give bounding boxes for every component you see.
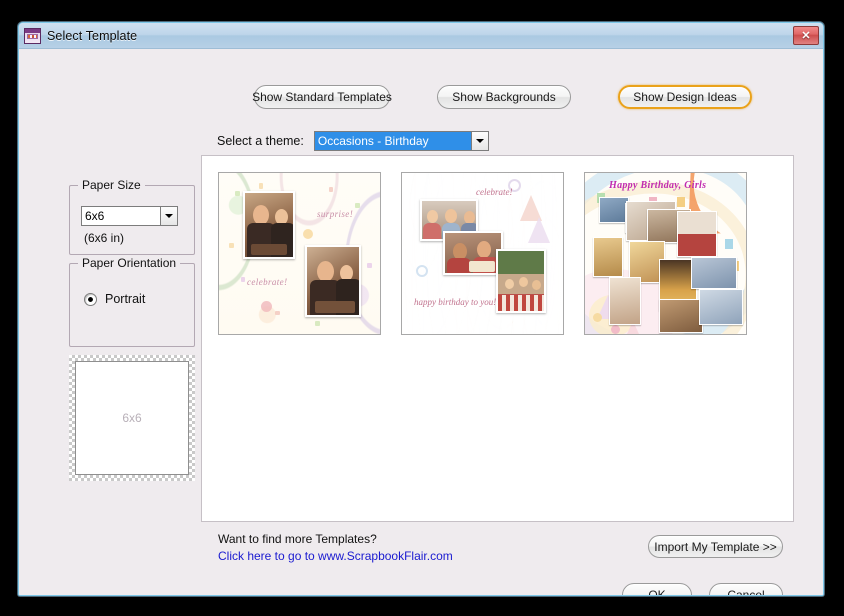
template-thumbnail-2[interactable]: celebrate! happy birthday to you! [401,172,564,335]
theme-dropdown[interactable]: Occasions - Birthday [313,131,489,151]
paper-preview-sheet: 6x6 [75,361,189,475]
paper-preview-size-text: 6x6 [122,411,142,425]
cancel-button[interactable]: Cancel [709,583,783,595]
close-icon[interactable]: ✕ [793,26,819,45]
more-templates-block: Want to find more Templates? Click here … [218,531,453,565]
import-my-template-button[interactable]: Import My Template >> [648,535,783,558]
title-bar: Select Template ✕ [19,23,823,49]
template-2-text-bottom: happy birthday to you! [414,297,497,307]
paper-size-note: (6x6 in) [84,231,125,245]
template-1-text-top: surprise! [317,209,354,219]
theme-label: Select a theme: [217,134,304,148]
radio-portrait-label: Portrait [105,292,146,306]
template-gallery: surprise! celebrate! celebrate! happy bi… [201,155,794,522]
paper-size-value: 6x6 [85,209,105,223]
ok-button[interactable]: OK [622,583,692,595]
template-thumbnail-3[interactable]: Happy Birthday, Girls [584,172,747,335]
chevron-down-icon[interactable] [160,207,177,225]
tab-show-design-ideas[interactable]: Show Design Ideas [618,85,752,109]
theme-selector: Select a theme: Occasions - Birthday [217,131,489,151]
template-mode-tabs: Show Standard Templates Show Backgrounds… [19,85,823,109]
theme-dropdown-value: Occasions - Birthday [314,132,471,150]
paper-orientation-legend: Paper Orientation [78,256,181,270]
paper-size-dropdown[interactable]: 6x6 [81,206,178,226]
template-3-title: Happy Birthday, Girls [609,180,707,191]
scrapbookflair-link[interactable]: Click here to go to www.ScrapbookFlair.c… [218,548,453,565]
window-title: Select Template [47,28,138,43]
chevron-down-icon[interactable] [470,132,488,150]
template-thumbnail-1[interactable]: surprise! celebrate! [218,172,381,335]
template-1-text-bottom: celebrate! [247,277,288,287]
select-template-dialog: Select Template ✕ Show Standard Template… [18,22,824,596]
radio-portrait[interactable]: Portrait [84,292,145,306]
paper-preview: 6x6 [69,355,195,481]
paper-size-legend: Paper Size [78,178,145,192]
template-2-text-top: celebrate! [476,187,513,197]
paper-size-group: Paper Size 6x6 (6x6 in) [69,178,195,255]
dialog-body: Show Standard Templates Show Backgrounds… [19,49,823,595]
radio-selected-icon [84,292,97,306]
tab-show-backgrounds[interactable]: Show Backgrounds [437,85,571,109]
paper-orientation-group: Paper Orientation Portrait [69,256,195,347]
app-icon [24,27,41,44]
more-templates-question: Want to find more Templates? [218,532,377,546]
tab-show-standard-templates[interactable]: Show Standard Templates [252,85,392,109]
